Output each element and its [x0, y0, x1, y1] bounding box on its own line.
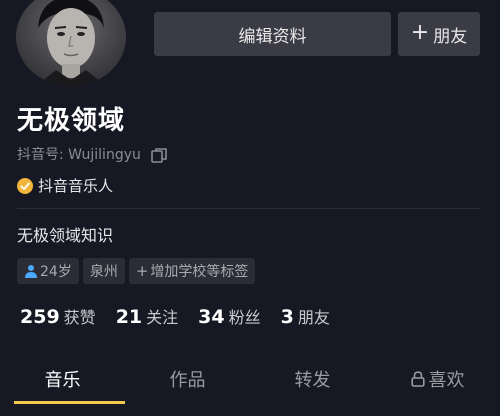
verified-label: 抖音音乐人: [38, 177, 114, 195]
age-label: 24岁: [40, 264, 72, 280]
age-tag: 24岁: [17, 258, 79, 284]
person-icon: [25, 265, 37, 278]
stat-number: 3: [280, 306, 294, 328]
tag-list: 24岁 泉州 + 增加学校等标签: [17, 258, 259, 284]
tab-likes[interactable]: 喜欢: [375, 356, 500, 402]
tab-label: 喜欢: [428, 370, 465, 391]
douyin-id: 抖音号: Wujilingyu: [17, 147, 141, 163]
verified-row: 抖音音乐人: [17, 175, 113, 196]
stats-row: 259 获赞 21 关注 34 粉丝 3 朋友: [20, 304, 350, 328]
add-school-label: 增加学校等标签: [150, 264, 249, 280]
stat-number: 21: [115, 306, 143, 328]
stat-friends[interactable]: 3 朋友: [281, 304, 330, 328]
avatar[interactable]: [16, 0, 126, 86]
stat-label: 朋友: [297, 308, 330, 327]
plus-icon: +: [135, 262, 149, 280]
stat-number: 259: [20, 306, 60, 328]
stat-following[interactable]: 21 关注: [116, 304, 178, 328]
douyin-id-row: 抖音号: Wujilingyu: [17, 144, 167, 164]
lock-icon: [410, 371, 425, 387]
stat-label: 获赞: [63, 308, 96, 327]
copy-icon[interactable]: [151, 147, 167, 163]
tab-label: 转发: [294, 370, 331, 391]
stat-label: 粉丝: [228, 308, 261, 327]
stat-followers[interactable]: 34 粉丝: [198, 304, 260, 328]
add-friend-label: 朋友: [433, 26, 468, 47]
bio: 无极领域知识: [17, 226, 114, 245]
tab-label: 音乐: [44, 370, 81, 391]
add-school-tag-button[interactable]: + 增加学校等标签: [128, 258, 256, 284]
tab-label: 作品: [169, 370, 206, 391]
stat-likes: 259 获赞: [20, 304, 96, 328]
add-friend-button[interactable]: + 朋友: [398, 12, 480, 56]
divider: [17, 208, 480, 209]
tab-music[interactable]: 音乐: [0, 356, 125, 404]
verified-badge-icon: [17, 177, 33, 194]
plus-icon: +: [410, 20, 430, 45]
tab-reposts[interactable]: 转发: [250, 356, 375, 402]
profile-name: 无极领域: [17, 106, 126, 136]
location-tag: 泉州: [82, 258, 125, 284]
avatar-image: [16, 0, 126, 86]
tab-works[interactable]: 作品: [125, 356, 250, 402]
edit-profile-label: 编辑资料: [238, 26, 307, 47]
stat-number: 34: [198, 306, 225, 328]
profile-tabs: 音乐 作品 转发 喜欢: [0, 356, 500, 416]
location-label: 泉州: [89, 264, 118, 280]
edit-profile-button[interactable]: 编辑资料: [154, 12, 391, 56]
stat-label: 关注: [146, 308, 179, 327]
